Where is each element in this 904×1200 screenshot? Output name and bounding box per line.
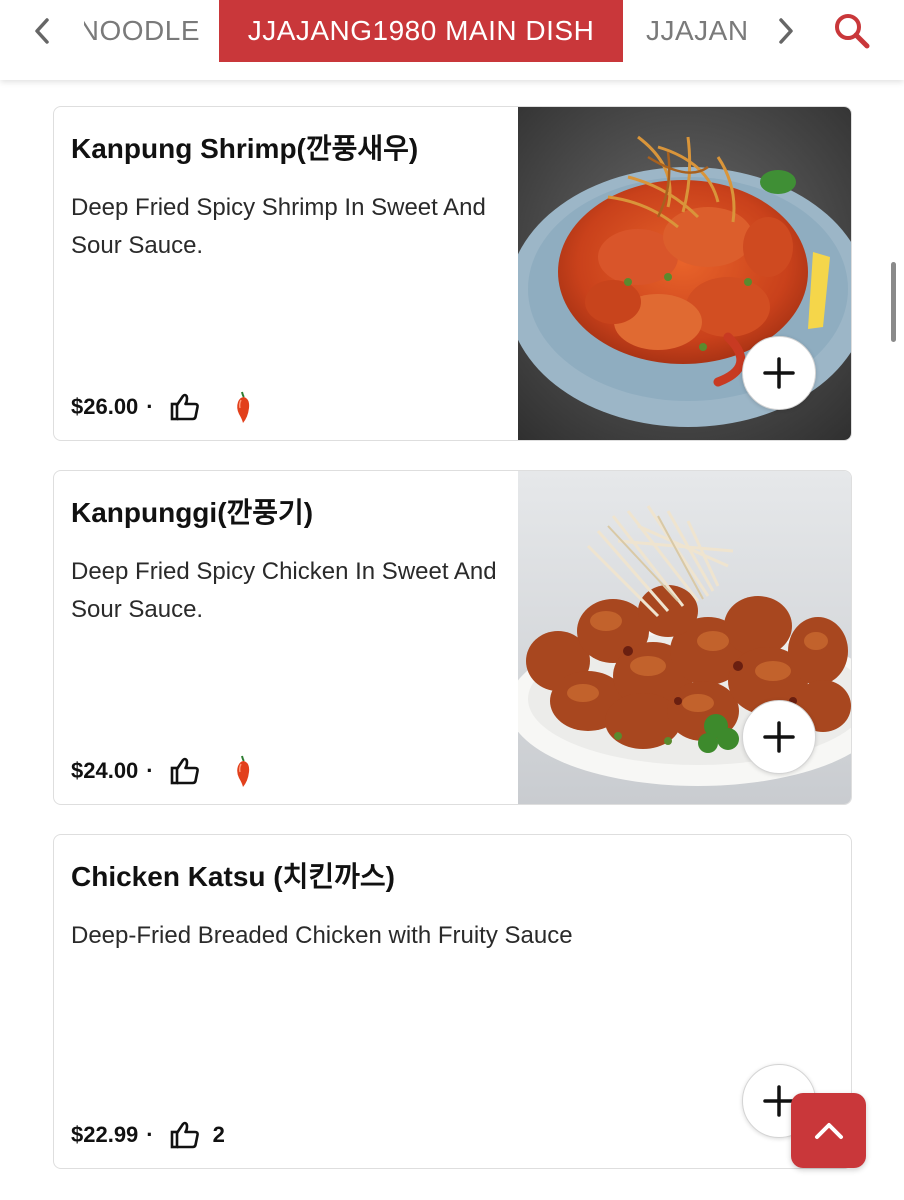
item-description: Deep-Fried Breaded Chicken with Fruity S… [71, 922, 573, 949]
tab-noodle-label: NOODLE [84, 15, 200, 46]
chevron-right-icon [779, 18, 793, 44]
like-button[interactable] [170, 393, 200, 421]
thumbs-up-icon [170, 757, 199, 785]
item-description: Deep Fried Spicy Shrimp In Sweet And Sou… [71, 194, 486, 259]
tab-noodle[interactable]: NOODLE [84, 0, 200, 62]
scroll-categories-right-button[interactable] [766, 14, 806, 48]
tab-jjajang1980-main-dish[interactable]: JJAJANG1980 MAIN DISH [219, 0, 623, 62]
tab-jjajang-label: JJAJANG [646, 15, 746, 46]
item-meta: $22.99 · 2 [71, 1120, 225, 1150]
meta-separator: · [146, 394, 154, 419]
spicy-indicator [234, 754, 252, 788]
meta-separator: · [146, 758, 154, 783]
add-to-cart-button[interactable] [742, 336, 816, 410]
menu-item-card[interactable]: Kanpunggi(깐풍기) Deep Fried Spicy Chicken … [53, 470, 852, 805]
like-button[interactable] [170, 757, 200, 785]
chili-pepper-icon [236, 755, 249, 787]
like-button[interactable]: 2 [170, 1121, 225, 1149]
item-description: Deep Fried Spicy Chicken In Sweet And So… [71, 558, 497, 623]
chili-pepper-icon [236, 391, 249, 423]
spicy-indicator [234, 390, 252, 424]
plus-icon [763, 721, 795, 753]
search-icon [835, 14, 870, 49]
item-meta: $24.00 · [71, 754, 252, 788]
item-price: $22.99 [71, 1122, 139, 1147]
menu-item-card[interactable]: Chicken Katsu (치킨까스) Deep-Fried Breaded … [53, 834, 852, 1169]
meta-separator: · [146, 1122, 154, 1147]
chevron-left-icon [35, 18, 49, 44]
plus-icon [763, 357, 795, 389]
menu-item-card[interactable]: Kanpung Shrimp(깐풍새우) Deep Fried Spicy Sh… [53, 106, 852, 441]
thumbs-up-icon [170, 1121, 199, 1149]
scroll-to-top-button[interactable] [791, 1093, 866, 1168]
item-meta: $26.00 · [71, 390, 252, 424]
add-to-cart-button[interactable] [742, 700, 816, 774]
item-name: Chicken Katsu (치킨까스) [71, 861, 395, 892]
item-name: Kanpung Shrimp(깐풍새우) [71, 133, 419, 164]
chevron-up-icon [814, 1122, 843, 1139]
search-button[interactable] [828, 8, 876, 54]
item-name: Kanpunggi(깐풍기) [71, 497, 314, 528]
thumbs-up-icon [170, 393, 199, 421]
like-count: 2 [212, 1122, 225, 1147]
item-price: $24.00 [71, 758, 139, 783]
tab-jjajang[interactable]: JJAJANG [646, 0, 746, 62]
category-nav-bar: NOODLE JJAJANG1980 MAIN DISH JJAJANG [0, 0, 904, 80]
page-scrollbar[interactable] [891, 262, 896, 342]
tab-main-dish-label: JJAJANG1980 MAIN DISH [247, 15, 595, 46]
scroll-categories-left-button[interactable] [22, 14, 62, 48]
item-price: $26.00 [71, 394, 139, 419]
